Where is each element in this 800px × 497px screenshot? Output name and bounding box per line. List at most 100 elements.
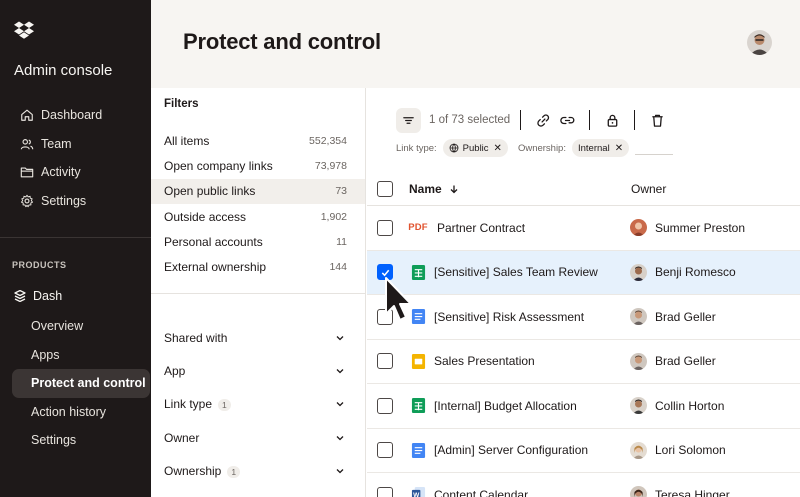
lock-icon[interactable] bbox=[604, 112, 620, 128]
file-name[interactable]: [Sensitive] Risk Assessment bbox=[434, 310, 584, 324]
accordion-owner[interactable]: Owner bbox=[151, 421, 365, 454]
select-all-checkbox[interactable] bbox=[377, 181, 393, 197]
file-name[interactable]: Partner Contract bbox=[437, 221, 525, 235]
filter-label: Outside access bbox=[164, 209, 247, 224]
dash-icon bbox=[14, 290, 26, 302]
team-icon bbox=[20, 137, 34, 151]
file-name[interactable]: [Admin] Server Configuration bbox=[434, 443, 588, 457]
column-label: Owner bbox=[631, 182, 667, 196]
column-label: Name bbox=[409, 182, 442, 196]
table-header: Name Owner bbox=[367, 173, 800, 206]
filters-divider bbox=[151, 293, 365, 294]
table-row[interactable]: [Admin] Server Configuration Lori Solomo… bbox=[367, 429, 800, 473]
owner-avatar bbox=[630, 219, 647, 237]
file-name[interactable]: Content Calendar bbox=[434, 488, 528, 497]
word-file-icon: W bbox=[409, 486, 427, 497]
table-row[interactable]: [Sensitive] Risk Assessment Brad Geller bbox=[367, 295, 800, 340]
subnav-item-apps[interactable]: Apps bbox=[12, 341, 150, 370]
user-avatar[interactable] bbox=[747, 30, 772, 55]
close-icon[interactable]: ✕ bbox=[615, 143, 623, 154]
accordion-label: App bbox=[164, 363, 186, 378]
link-type-chip[interactable]: Public ✕ bbox=[442, 139, 508, 157]
chevron-down-icon bbox=[336, 335, 344, 341]
filter-list: All items 552,354 Open company links 73,97… bbox=[151, 128, 365, 280]
row-checkbox[interactable] bbox=[377, 353, 393, 370]
subnav-item-action-history[interactable]: Action history bbox=[12, 398, 150, 427]
filter-label: All items bbox=[164, 133, 210, 148]
accordion-shared-with[interactable]: Shared with bbox=[151, 321, 365, 354]
add-filter-input[interactable] bbox=[635, 153, 674, 155]
table-row[interactable]: Sales Presentation Brad Geller bbox=[367, 340, 800, 384]
sidebar-item-dashboard[interactable]: Dashboard bbox=[0, 101, 151, 130]
file-name[interactable]: [Internal] Budget Allocation bbox=[434, 399, 577, 413]
subnav-item-settings[interactable]: Settings bbox=[12, 426, 150, 455]
filter-item[interactable]: Open company links 73,978 bbox=[151, 153, 365, 178]
owner-name: Teresa Hinger bbox=[655, 487, 730, 497]
chevron-down-icon bbox=[336, 368, 344, 374]
filter-toggle-button[interactable] bbox=[396, 107, 421, 133]
row-checkbox[interactable] bbox=[377, 442, 393, 459]
filter-label: Open company links bbox=[164, 158, 273, 173]
table-row[interactable]: [Internal] Budget Allocation Collin Hort… bbox=[367, 384, 800, 429]
close-icon[interactable]: ✕ bbox=[494, 143, 502, 154]
activity-icon bbox=[20, 165, 34, 179]
owner-name: Brad Geller bbox=[655, 354, 716, 369]
row-checkbox[interactable] bbox=[377, 219, 393, 236]
row-checkbox[interactable] bbox=[377, 397, 393, 414]
subnav-item-protect-and-control[interactable]: Protect and control bbox=[12, 369, 150, 398]
toolbar-separator bbox=[520, 110, 522, 130]
owner-column-header[interactable]: Owner bbox=[630, 182, 800, 196]
name-column-header[interactable]: Name bbox=[404, 182, 630, 196]
accordion-label: Shared with bbox=[164, 330, 228, 345]
filter-count: 1,902 bbox=[320, 210, 347, 223]
sidebar-item-label: Team bbox=[41, 136, 72, 151]
filter-label: Personal accounts bbox=[164, 234, 263, 249]
accordion-label: Ownership bbox=[164, 463, 222, 478]
product-dash-label: Dash bbox=[33, 289, 63, 303]
file-name[interactable]: [Sensitive] Sales Team Review bbox=[434, 265, 598, 279]
accordion-badge: 1 bbox=[227, 465, 241, 478]
chevron-down-icon bbox=[336, 468, 344, 474]
accordion-ownership[interactable]: Ownership 1 bbox=[151, 454, 365, 487]
dropbox-logo-icon[interactable] bbox=[14, 20, 34, 40]
owner-avatar bbox=[630, 397, 647, 415]
owner-name: Benji Romesco bbox=[655, 265, 736, 280]
sidebar: Admin console Dashboard Team Activity Se… bbox=[0, 0, 151, 497]
sidebar-item-activity[interactable]: Activity bbox=[0, 158, 151, 187]
sidebar-item-team[interactable]: Team bbox=[0, 130, 151, 159]
unlink-icon[interactable] bbox=[559, 112, 575, 128]
accordion-app[interactable]: App bbox=[151, 354, 365, 387]
filter-item[interactable]: Open public links 73 bbox=[151, 178, 365, 204]
product-dash[interactable]: Dash bbox=[14, 289, 62, 303]
table-row[interactable]: [Sensitive] Sales Team Review Benji Rome… bbox=[367, 250, 800, 295]
selected-count: 1 of 73 selected bbox=[429, 114, 511, 126]
filter-count: 552,354 bbox=[309, 134, 347, 147]
filter-item[interactable]: Outside access 1,902 bbox=[151, 204, 365, 229]
filters-title: Filters bbox=[164, 98, 199, 110]
table-row[interactable]: PDF Partner Contract Summer Preston bbox=[367, 206, 800, 251]
sidebar-divider bbox=[0, 237, 151, 238]
sidebar-item-settings[interactable]: Settings bbox=[0, 187, 151, 216]
ownership-chip[interactable]: Internal ✕ bbox=[572, 139, 630, 157]
accordion-link-type[interactable]: Link type 1 bbox=[151, 388, 365, 421]
items-table: Name Owner PDF Partner Contract Summer P… bbox=[367, 173, 800, 497]
owner-name: Collin Horton bbox=[655, 398, 725, 413]
table-row[interactable]: W Content Calendar Teresa Hinger bbox=[367, 473, 800, 497]
file-name[interactable]: Sales Presentation bbox=[434, 354, 535, 368]
filter-item[interactable]: External ownership 144 bbox=[151, 254, 365, 279]
filter-item[interactable]: All items 552,354 bbox=[151, 128, 365, 153]
filter-accordions: Shared with App Link type 1 Owner Ownersh… bbox=[151, 321, 365, 487]
filter-item[interactable]: Personal accounts 11 bbox=[151, 229, 365, 254]
filter-count: 73 bbox=[335, 185, 347, 198]
accordion-label: Link type bbox=[164, 397, 213, 412]
chip-value: Public bbox=[462, 142, 489, 154]
link-icon[interactable] bbox=[535, 112, 551, 128]
row-checkbox[interactable] bbox=[377, 486, 393, 497]
chip-label: Ownership: bbox=[517, 142, 566, 154]
owner-avatar bbox=[630, 486, 647, 497]
sidebar-item-label: Activity bbox=[41, 165, 81, 180]
owner-avatar bbox=[630, 441, 647, 459]
subnav-item-overview[interactable]: Overview bbox=[12, 312, 150, 341]
trash-icon[interactable] bbox=[649, 112, 665, 128]
chip-value: Internal bbox=[578, 142, 610, 154]
